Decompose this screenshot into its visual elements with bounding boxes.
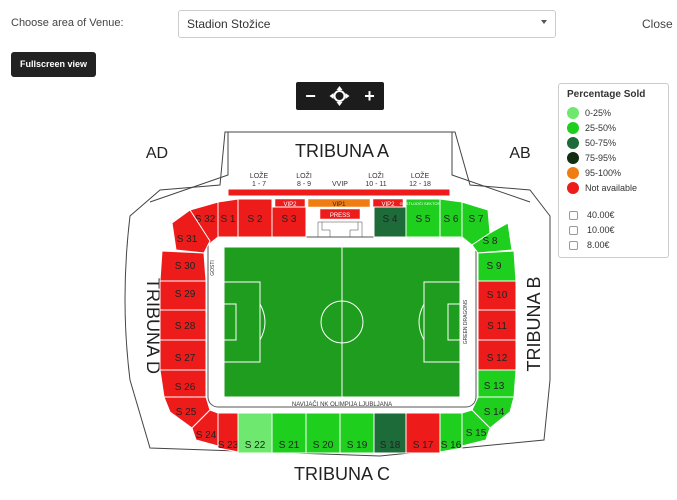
gosti-label: GOSTI: [210, 260, 216, 276]
box-label: 10 - 11: [365, 181, 386, 188]
sector-label: S 2: [247, 214, 262, 225]
sector-label: S 1: [220, 214, 235, 225]
sector-label: S 22: [245, 440, 266, 451]
box-label: LOŽE: [250, 171, 269, 180]
sector-label: S 13: [484, 381, 505, 392]
sector-label: S 10: [487, 290, 508, 301]
stand-label-c: TRIBUNA C: [294, 464, 390, 484]
sector-label: S 24: [196, 430, 217, 441]
sector-label: S 29: [175, 289, 196, 300]
box-label: VVIP: [332, 181, 348, 188]
box-label: LOŽE: [411, 171, 430, 180]
stadium-map: TRIBUNA A AD AB TRIBUNA C TRIBUNA B TRIB…: [124, 131, 551, 484]
sector-label: S 7: [468, 214, 483, 225]
press-label: PRESS: [330, 213, 350, 219]
sector-label: S 4: [382, 214, 397, 225]
box-label: LOŽI: [368, 171, 384, 180]
sector-label: S 8: [482, 236, 497, 247]
stand-label-b: TRIBUNA B: [524, 276, 544, 371]
stand-label-ab: AB: [509, 145, 530, 162]
sector-label: S 20: [313, 440, 334, 451]
lodge-strip[interactable]: [227, 188, 451, 197]
sector-label: S 3: [281, 214, 296, 225]
sector-label: S 26: [175, 382, 196, 393]
sector-label: S 11: [487, 321, 507, 332]
sector-label: S 12: [487, 353, 508, 364]
sector-label: S 15: [466, 428, 487, 439]
box-label: 8 - 9: [297, 181, 311, 188]
gost-sector-label: GOSTUJOČI SEKTOR: [400, 201, 441, 206]
box-label: 12 - 18: [409, 181, 431, 188]
sector-label: S 17: [413, 440, 434, 451]
sector-label: S 21: [279, 440, 300, 451]
stand-label-ad: AD: [146, 145, 168, 162]
sector-label: S 30: [175, 261, 196, 272]
sector-label: S 16: [441, 440, 462, 451]
navijaci-label: NAVIJAČI NK OLIMPIJA LJUBLJANA: [292, 401, 392, 408]
sector-label: S 9: [486, 261, 501, 272]
box-label: LOŽI: [296, 171, 312, 180]
sector-label: S 23: [218, 440, 239, 451]
sector-label: S 25: [176, 407, 197, 418]
sector-label: S 6: [443, 214, 458, 225]
sector-label: S 14: [484, 407, 505, 418]
sector-label: S 19: [347, 440, 368, 451]
vip-label: VIP1: [332, 202, 346, 208]
stand-label-a: TRIBUNA A: [295, 141, 389, 161]
green-dragons-label: GREEN DRAGONS: [463, 299, 469, 344]
sector-label: S 31: [177, 234, 198, 245]
sector-label: S 5: [415, 214, 430, 225]
sector-label: S 18: [380, 440, 401, 451]
sector-label: S 28: [175, 321, 196, 332]
sector-label: S 27: [175, 353, 196, 364]
box-label: 1 - 7: [252, 181, 266, 188]
